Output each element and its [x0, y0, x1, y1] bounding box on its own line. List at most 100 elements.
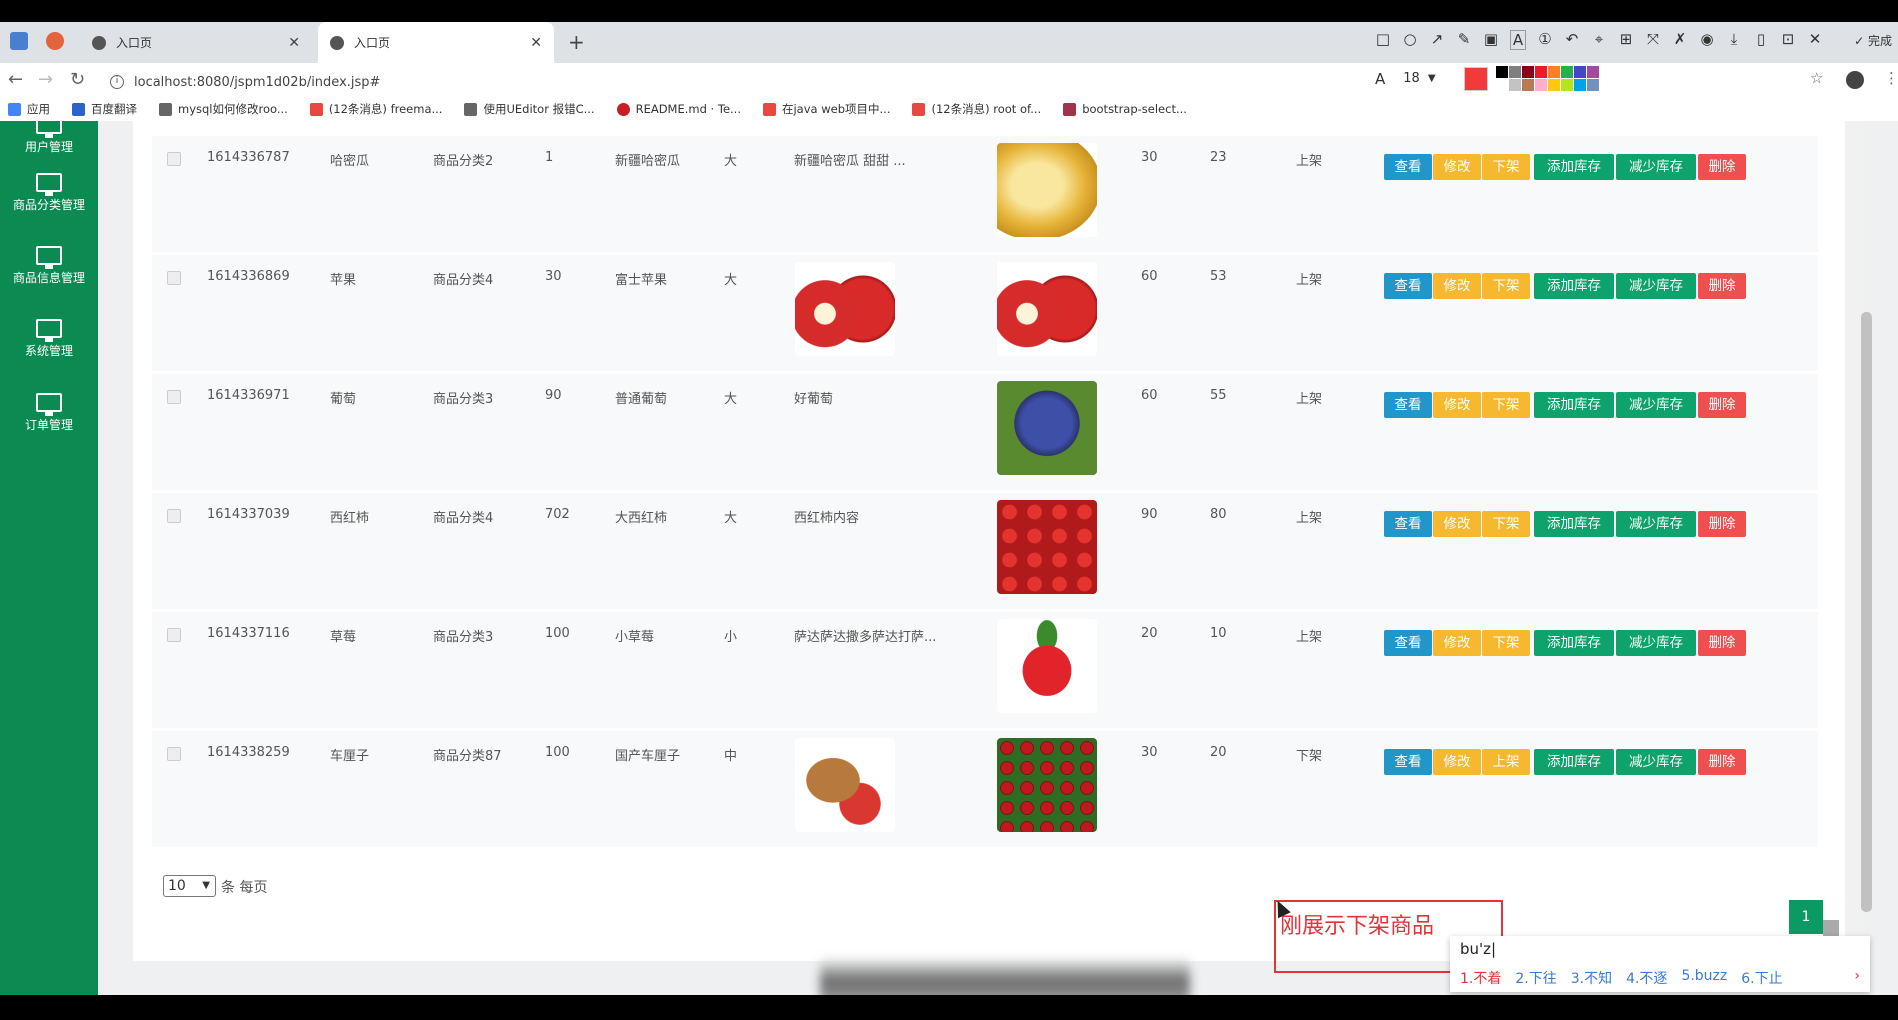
ime-candidate[interactable]: 6.下止 [1741, 968, 1782, 988]
reload-icon[interactable]: ↻ [70, 69, 85, 90]
pen-tool-icon[interactable]: ✎ [1456, 30, 1472, 50]
color-swatch[interactable] [1495, 79, 1508, 91]
color-swatch[interactable] [1560, 66, 1573, 78]
shelf-toggle-button[interactable]: 下架 [1482, 273, 1530, 299]
delete-button[interactable]: 删除 [1698, 392, 1746, 418]
record-icon[interactable]: ◉ [1699, 30, 1715, 50]
sidebar-item-orders[interactable]: 订单管理 [0, 393, 98, 433]
edit-button[interactable]: 修改 [1433, 630, 1481, 656]
color-swatch[interactable] [1573, 66, 1586, 78]
add-stock-button[interactable]: 添加库存 [1534, 511, 1614, 537]
bookmark-icon[interactable]: ⊡ [1780, 30, 1796, 50]
scrollbar-thumb[interactable] [1861, 312, 1872, 912]
close-icon[interactable]: ✕ [530, 35, 542, 51]
reduce-stock-button[interactable]: 减少库存 [1616, 511, 1696, 537]
row-checkbox[interactable] [167, 509, 181, 523]
add-stock-button[interactable]: 添加库存 [1534, 749, 1614, 775]
color-swatch[interactable] [1586, 66, 1599, 78]
add-stock-button[interactable]: 添加库存 [1534, 273, 1614, 299]
download-icon[interactable]: ⤓ [1726, 30, 1742, 50]
view-button[interactable]: 查看 [1384, 154, 1432, 180]
row-checkbox[interactable] [167, 390, 181, 404]
ime-candidate[interactable]: 1.不着 [1460, 968, 1501, 988]
edit-button[interactable]: 修改 [1433, 392, 1481, 418]
bookmark-item[interactable]: 使用UEditor 报错C... [464, 101, 595, 117]
pin-window-icon[interactable]: ✗ [1672, 30, 1688, 50]
ime-candidate[interactable]: 2.下往 [1515, 968, 1556, 988]
chevron-down-icon[interactable]: ▼ [1428, 73, 1436, 84]
undo-icon[interactable]: ↶ [1564, 30, 1580, 50]
close-icon[interactable]: ✕ [1807, 30, 1823, 50]
color-swatch[interactable] [1586, 79, 1599, 91]
save-icon[interactable]: ▯ [1753, 30, 1769, 50]
bookmark-item[interactable]: (12条消息) root of... [912, 101, 1041, 117]
color-swatch[interactable] [1521, 66, 1534, 78]
delete-button[interactable]: 删除 [1698, 630, 1746, 656]
reduce-stock-button[interactable]: 减少库存 [1616, 630, 1696, 656]
edit-button[interactable]: 修改 [1433, 154, 1481, 180]
bookmark-item[interactable]: README.md · Te... [616, 102, 741, 116]
row-checkbox[interactable] [167, 747, 181, 761]
browser-logo-icon[interactable] [46, 32, 64, 50]
sidebar-item-categories[interactable]: 商品分类管理 [0, 173, 98, 213]
delete-button[interactable]: 删除 [1698, 154, 1746, 180]
color-swatch[interactable] [1508, 66, 1521, 78]
reduce-stock-button[interactable]: 减少库存 [1616, 749, 1696, 775]
add-stock-button[interactable]: 添加库存 [1534, 630, 1614, 656]
page-button-current[interactable]: 1 [1789, 900, 1823, 934]
bookmark-item[interactable]: bootstrap-select... [1063, 102, 1187, 116]
number-tool-icon[interactable]: ① [1537, 30, 1553, 50]
row-checkbox[interactable] [167, 628, 181, 642]
color-swatch[interactable] [1547, 66, 1560, 78]
info-icon[interactable]: i [110, 75, 124, 89]
reduce-stock-button[interactable]: 减少库存 [1616, 392, 1696, 418]
delete-button[interactable]: 删除 [1698, 511, 1746, 537]
color-swatch[interactable] [1534, 66, 1547, 78]
color-swatch[interactable] [1495, 66, 1508, 78]
bookmark-item[interactable]: mysql如何修改roo... [159, 101, 288, 117]
text-tool-icon[interactable]: A [1510, 30, 1526, 50]
color-swatch[interactable] [1521, 79, 1534, 91]
current-color-swatch[interactable] [1463, 66, 1488, 91]
translate-icon[interactable]: ⊞ [1618, 30, 1634, 50]
ime-candidate[interactable]: 3.不知 [1571, 968, 1612, 988]
color-swatch[interactable] [1534, 79, 1547, 91]
done-button[interactable]: ✓ 完成 [1854, 32, 1892, 49]
view-button[interactable]: 查看 [1384, 511, 1432, 537]
edit-button[interactable]: 修改 [1433, 273, 1481, 299]
ime-candidate[interactable]: 5.buzz [1681, 968, 1727, 988]
add-stock-button[interactable]: 添加库存 [1534, 392, 1614, 418]
reduce-stock-button[interactable]: 减少库存 [1616, 154, 1696, 180]
view-button[interactable]: 查看 [1384, 749, 1432, 775]
sidebar-item-products[interactable]: 商品信息管理 [0, 246, 98, 286]
ime-candidate[interactable]: 4.不逐 [1626, 968, 1667, 988]
tab-active[interactable]: 入口页 ✕ [318, 22, 554, 63]
shelf-toggle-button[interactable]: 上架 [1482, 749, 1530, 775]
color-swatch[interactable] [1573, 79, 1586, 91]
shelf-toggle-button[interactable]: 下架 [1482, 630, 1530, 656]
back-icon[interactable]: ← [8, 69, 23, 90]
row-checkbox[interactable] [167, 152, 181, 166]
forward-icon[interactable]: → [38, 69, 53, 90]
color-swatch[interactable] [1560, 79, 1573, 91]
reduce-stock-button[interactable]: 减少库存 [1616, 273, 1696, 299]
tab-inactive[interactable]: 入口页 ✕ [80, 22, 312, 63]
bookmark-item[interactable]: 在java web项目中... [762, 101, 890, 117]
pin-icon[interactable]: ⌖ [1591, 30, 1607, 50]
edit-button[interactable]: 修改 [1433, 511, 1481, 537]
font-size-value[interactable]: 18 [1403, 71, 1420, 86]
mosaic-tool-icon[interactable]: ▣ [1483, 30, 1499, 50]
row-checkbox[interactable] [167, 271, 181, 285]
scroll-shot-icon[interactable]: ⤧ [1645, 30, 1661, 50]
rectangle-tool-icon[interactable]: □ [1375, 30, 1391, 50]
ellipse-tool-icon[interactable]: ○ [1402, 30, 1418, 50]
url-field[interactable]: i localhost:8080/jspm1d02b/index.jsp# [110, 70, 1350, 94]
per-page-select[interactable]: 10 ▼ [163, 875, 216, 897]
arrow-tool-icon[interactable]: ↗ [1429, 30, 1445, 50]
chevron-right-icon[interactable]: › [1854, 968, 1860, 984]
color-swatch[interactable] [1547, 79, 1560, 91]
sidebar-item-users[interactable]: 用户管理 [0, 115, 98, 155]
color-swatch[interactable] [1508, 79, 1521, 91]
shelf-toggle-button[interactable]: 下架 [1482, 392, 1530, 418]
shelf-toggle-button[interactable]: 下架 [1482, 511, 1530, 537]
